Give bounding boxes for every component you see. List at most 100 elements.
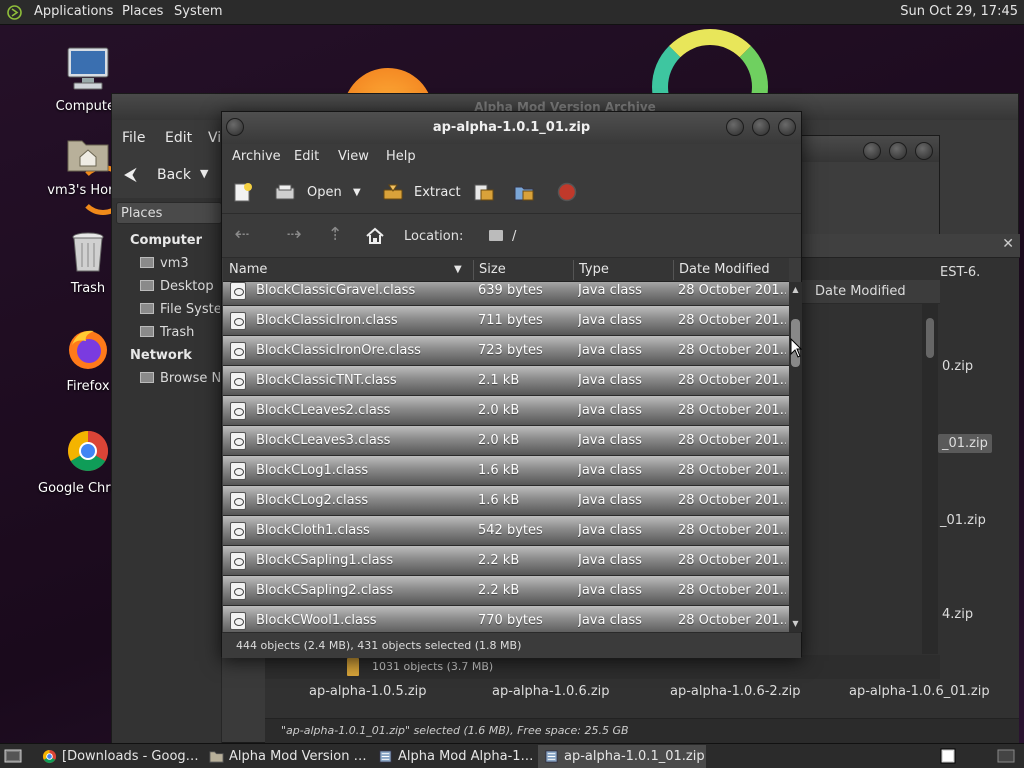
chevron-down-icon[interactable]: ▼ [200, 167, 208, 180]
file-type: Java class [578, 523, 642, 538]
extract-icon[interactable] [383, 182, 403, 202]
back-button[interactable]: Back [157, 167, 191, 183]
file-date: 28 October 201… [678, 403, 786, 418]
file-list: BlockClassicGravel.class 639 bytes Java cl… [223, 282, 789, 632]
back-arrow-icon[interactable]: ⇠ [232, 226, 252, 246]
show-desktop-icon[interactable] [4, 749, 22, 763]
file-type: Java class [578, 493, 642, 508]
forward-arrow-icon[interactable]: ⇢ [284, 226, 304, 246]
close-tab-icon[interactable]: ✕ [1002, 236, 1014, 252]
clock[interactable]: Sun Oct 29, 17:45 [900, 4, 1018, 19]
places-menu[interactable]: Places [122, 4, 163, 19]
column-separator[interactable] [673, 260, 674, 280]
sidebar-item-desktop[interactable]: Desktop [140, 279, 220, 294]
taskbar-task[interactable]: Alpha Mod Version … [203, 745, 367, 768]
file-row[interactable]: BlockClassicIronOre.class 723 bytes Java c… [223, 336, 789, 366]
taskbar-task[interactable]: ap-alpha-1.0.1_01.zip [538, 745, 706, 768]
minimize-button[interactable] [863, 142, 881, 160]
edit-menu[interactable]: Edit [294, 149, 319, 164]
chevron-down-icon[interactable]: ▼ [353, 187, 361, 198]
partial-file-name[interactable]: 4.zip [942, 607, 973, 622]
file-row[interactable]: BlockCSapling1.class 2.2 kB Java class 28 O… [223, 546, 789, 576]
close-button[interactable] [778, 118, 796, 136]
taskbar-task[interactable]: [Downloads - Goog… [36, 745, 200, 768]
file-name: BlockCLeaves3.class [256, 433, 391, 448]
sidebar-item-vm3[interactable]: vm3 [140, 256, 189, 271]
sort-descending-icon[interactable]: ▼ [454, 264, 462, 275]
add-files-icon[interactable] [474, 182, 494, 202]
file-item[interactable]: ap-alpha-1.0.5.zip [309, 684, 427, 699]
up-arrow-icon[interactable]: ⇡ [325, 226, 345, 246]
maximize-button[interactable] [752, 118, 770, 136]
column-header-size[interactable]: Size [479, 262, 506, 277]
archive-manager-titlebar[interactable]: ap-alpha-1.0.1_01.zip [222, 112, 801, 144]
file-item[interactable]: ap-alpha-1.0.6_01.zip [849, 684, 990, 699]
file-row[interactable]: BlockCLeaves3.class 2.0 kB Java class 28 Oc… [223, 426, 789, 456]
new-archive-icon[interactable] [233, 182, 253, 202]
scroll-down-arrow-icon[interactable]: ▼ [789, 618, 802, 630]
column-header-date-modified[interactable]: Date Modified [679, 262, 770, 277]
applications-menu[interactable]: Applications [34, 4, 113, 19]
partial-file-name-selected[interactable]: _01.zip [938, 434, 992, 453]
open-archive-icon[interactable] [275, 182, 295, 202]
fm-file-menu[interactable]: File [122, 130, 145, 146]
column-header-type[interactable]: Type [579, 262, 609, 277]
location-path[interactable]: / [512, 229, 516, 244]
file-row[interactable]: BlockClassicTNT.class 2.1 kB Java class 28 … [223, 366, 789, 396]
sidebar-item-trash[interactable]: Trash [140, 325, 194, 340]
file-row[interactable]: BlockCWool1.class 770 bytes Java class 28 O… [223, 606, 789, 632]
extract-button[interactable]: Extract [414, 185, 461, 200]
file-row[interactable]: BlockCLog1.class 1.6 kB Java class 28 Octob… [223, 456, 789, 486]
archive-manager-window: ap-alpha-1.0.1_01.zip Archive Edit View … [221, 111, 802, 658]
scroll-up-arrow-icon[interactable]: ▲ [789, 284, 802, 296]
column-header-date-modified[interactable]: Date Modified [800, 280, 940, 304]
open-button[interactable]: Open [307, 185, 342, 200]
partial-file-name[interactable]: 0.zip [942, 359, 973, 374]
home-icon[interactable] [365, 226, 385, 246]
column-separator[interactable] [573, 260, 574, 280]
file-row[interactable]: BlockCLog2.class 1.6 kB Java class 28 Octob… [223, 486, 789, 516]
partial-file-name[interactable]: _01.zip [940, 513, 986, 528]
file-row[interactable]: BlockClassicGravel.class 639 bytes Java cl… [223, 282, 789, 306]
folder-info-bar: 1031 objects (3.7 MB) [265, 655, 940, 679]
stop-icon[interactable] [557, 182, 577, 202]
file-size: 711 bytes [478, 313, 543, 328]
sidebar-item-file-system[interactable]: File System [140, 302, 220, 317]
java-class-file-icon [230, 582, 246, 600]
file-row[interactable]: BlockCLeaves2.class 2.0 kB Java class 28 Oc… [223, 396, 789, 426]
partial-file-name[interactable]: EST-6. [940, 265, 980, 280]
back-arrow-icon[interactable]: ⮜ [124, 164, 137, 185]
file-item[interactable]: ap-alpha-1.0.6.zip [492, 684, 610, 699]
workspace-switcher-icon[interactable] [940, 748, 956, 764]
file-row[interactable]: BlockCSapling2.class 2.2 kB Java class 28 O… [223, 576, 789, 606]
archive-menu[interactable]: Archive [232, 149, 281, 164]
file-date: 28 October 201… [678, 523, 786, 538]
maximize-button[interactable] [889, 142, 907, 160]
system-menu[interactable]: System [174, 4, 222, 19]
file-item[interactable]: ap-alpha-1.0.6-2.zip [670, 684, 801, 699]
file-manager-scrollbar[interactable] [922, 304, 938, 654]
taskbar-task[interactable]: Alpha Mod Alpha-1.… [372, 745, 534, 768]
help-menu[interactable]: Help [386, 149, 416, 164]
computer-icon [67, 47, 109, 90]
scrollbar-thumb[interactable] [926, 318, 934, 358]
minimize-button[interactable] [726, 118, 744, 136]
column-separator[interactable] [473, 260, 474, 280]
file-row[interactable]: BlockClassicIron.class 711 bytes Java clas… [223, 306, 789, 336]
view-menu[interactable]: View [338, 149, 369, 164]
column-header-name[interactable]: Name [229, 262, 267, 277]
archive-status-text: 444 objects (2.4 MB), 431 objects select… [236, 639, 522, 652]
fm-edit-menu[interactable]: Edit [165, 130, 192, 146]
trash-applet-icon[interactable] [996, 748, 1016, 764]
add-folder-icon[interactable] [514, 182, 534, 202]
file-row[interactable]: BlockCloth1.class 542 bytes Java class 28 O… [223, 516, 789, 546]
places-dropdown[interactable]: Places [116, 202, 222, 224]
distro-logo-icon[interactable] [7, 5, 22, 20]
sidebar-item-browse-network[interactable]: Browse Network [140, 371, 220, 386]
file-size: 2.2 kB [478, 553, 520, 568]
java-class-file-icon [230, 612, 246, 630]
secondary-window-titlebar[interactable] [801, 136, 939, 162]
close-button[interactable] [915, 142, 933, 160]
file-name: BlockClassicGravel.class [256, 283, 416, 298]
file-list-scrollbar[interactable]: ▲ ▼ [789, 282, 802, 632]
